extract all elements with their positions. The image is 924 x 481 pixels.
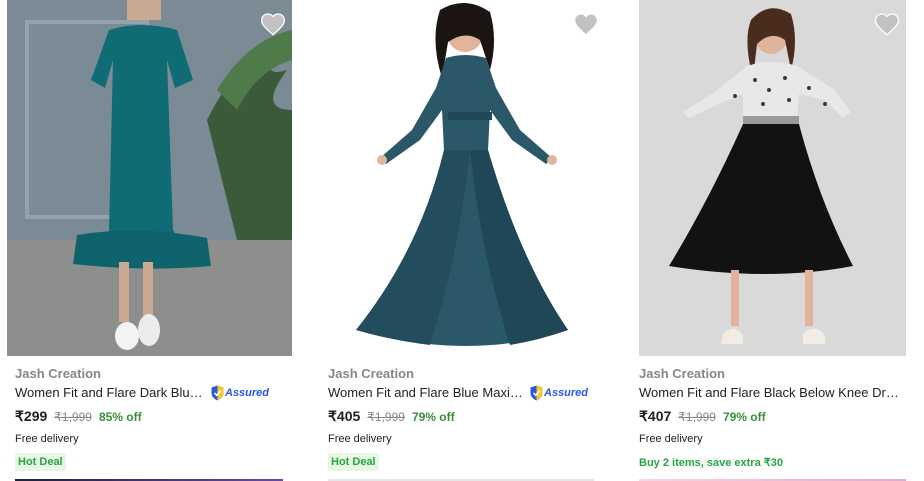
product-image[interactable] [7, 0, 292, 356]
original-price: ₹1,999 [678, 410, 716, 424]
product-title[interactable]: Women Fit and Flare Dark Blue Dress [15, 385, 205, 401]
assured-badge: Assured [211, 385, 269, 401]
discount-percent: 79% off [722, 410, 766, 424]
product-image[interactable] [320, 0, 605, 356]
delivery-info: Free delivery [15, 433, 79, 445]
product-card-3[interactable]: Jash Creation Women Fit and Flare Black … [639, 0, 906, 481]
wishlist-heart-icon[interactable] [260, 12, 286, 36]
hot-deal-tag: Hot Deal [15, 453, 66, 471]
product-card-1[interactable]: Jash Creation Women Fit and Flare Dark B… [7, 0, 292, 481]
product-title[interactable]: Women Fit and Flare Blue Maxi/Full Lengt… [328, 385, 524, 401]
teal-dress-photo [7, 0, 292, 356]
product-image[interactable] [639, 0, 906, 356]
product-card-2[interactable]: Jash Creation Women Fit and Flare Blue M… [320, 0, 605, 481]
delivery-info: Free delivery [639, 433, 703, 445]
original-price: ₹1,999 [54, 410, 92, 424]
assured-shield-icon [211, 385, 224, 401]
selling-price: ₹407 [639, 408, 672, 424]
discount-percent: 79% off [411, 410, 455, 424]
product-brand: Jash Creation [328, 366, 414, 381]
hot-deal-tag: Hot Deal [328, 453, 379, 471]
black-skirt-dress-photo [639, 0, 906, 356]
wishlist-heart-icon[interactable] [573, 12, 599, 36]
assured-label: Assured [225, 387, 270, 399]
selling-price: ₹405 [328, 408, 361, 424]
assured-badge: Assured [530, 385, 588, 401]
selling-price: ₹299 [15, 408, 48, 424]
wishlist-heart-icon[interactable] [874, 12, 900, 36]
original-price: ₹1,999 [367, 410, 405, 424]
delivery-info: Free delivery [328, 433, 392, 445]
assured-shield-icon [530, 385, 543, 401]
assured-label: Assured [544, 387, 589, 399]
product-brand: Jash Creation [15, 366, 101, 381]
discount-percent: 85% off [98, 410, 142, 424]
product-brand: Jash Creation [639, 366, 725, 381]
bundle-offer-text: Buy 2 items, save extra ₹30 [639, 457, 783, 469]
product-title[interactable]: Women Fit and Flare Black Below Knee Dre… [639, 385, 901, 401]
blue-maxi-dress-photo [320, 0, 605, 356]
